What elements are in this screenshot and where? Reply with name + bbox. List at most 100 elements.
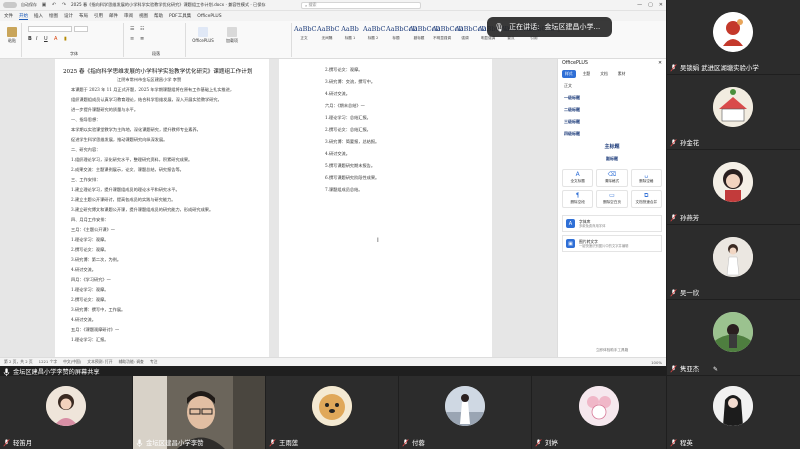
font-name-select[interactable] xyxy=(28,26,72,32)
ribbon-tab[interactable]: OfficePLUS xyxy=(197,14,221,19)
participant-tile[interactable]: 孙燕芳 xyxy=(667,150,800,224)
style-sample: AaBbCcD xyxy=(432,25,464,33)
tool-icon: ▭ xyxy=(609,192,615,199)
document-page-1[interactable]: 2025 春《指向科学思维发展的小学科学实验教学优化研究》课题组工作计划 江阴市常… xyxy=(55,59,269,357)
participant-tile[interactable]: 刘婷 xyxy=(532,376,666,449)
officeplus-tab[interactable]: 素材 xyxy=(615,70,629,78)
officeplus-card[interactable]: ▣ 图片转文字 一键快速识别图片中的文字并编辑 xyxy=(562,235,662,252)
bold-button[interactable]: B xyxy=(28,36,32,42)
style-name: 无间隔 xyxy=(321,36,333,40)
ribbon-tab[interactable]: 绘图 xyxy=(49,13,58,19)
underline-button[interactable]: U xyxy=(44,36,48,42)
undo-icon[interactable]: ↶ xyxy=(51,2,57,8)
bullets-icon[interactable]: ☰ xyxy=(130,26,134,32)
style-name: 标题 1 xyxy=(344,36,356,40)
document-line: 组织课题组成员认真学习教育理论，结合科学思维发展，深入开展实验教学研究， xyxy=(71,97,222,102)
redo-icon[interactable]: ↷ xyxy=(61,2,67,8)
paragraph-group-label: 段落 xyxy=(152,51,160,56)
officeplus-tool[interactable]: A 全文标题 xyxy=(562,169,594,187)
document-line: 本学期以实验课堂教学为主阵地，深化课题研究，提升教师专业素养， xyxy=(71,127,201,132)
ribbon-tab[interactable]: 设计 xyxy=(64,13,73,19)
style-tile[interactable]: AaBbCcD 强调 xyxy=(455,25,486,47)
participant-video-tile[interactable]: 金坛区建昌小学李赞 xyxy=(133,376,265,449)
document-line: 促进学生科学思维发展，推动课题研究向纵深发展。 xyxy=(71,137,168,142)
paste-button[interactable]: 粘贴 xyxy=(5,27,19,44)
font-size-select[interactable] xyxy=(74,26,88,32)
save-icon[interactable]: ▣ xyxy=(41,2,47,8)
officeplus-style-item[interactable]: 三级标题 xyxy=(558,116,666,128)
numbering-icon[interactable]: ☷ xyxy=(140,26,144,32)
search-input[interactable]: ⌕ 搜索 xyxy=(301,1,421,9)
document-line: 1.理论学习：总结汇报。 xyxy=(325,115,371,120)
officeplus-footer[interactable]: 立即体验助手工具箱 xyxy=(558,348,666,353)
participant-name: 付蓉 xyxy=(402,438,425,447)
minimize-icon[interactable]: — xyxy=(637,2,642,8)
ribbon-tab[interactable]: 审阅 xyxy=(124,13,133,19)
avatar-illustration xyxy=(579,386,619,426)
style-tile[interactable]: AaBbC 正文 xyxy=(294,25,316,47)
officeplus-card[interactable]: A 字体库 多款免费商用字体 xyxy=(562,215,662,232)
document-line: 5.撰写课题研究期末报告。 xyxy=(325,163,376,168)
autosave-toggle[interactable] xyxy=(3,2,17,8)
style-tile[interactable]: AaBbCcD 标题 xyxy=(386,25,417,47)
close-icon[interactable]: ✕ xyxy=(659,2,663,8)
document-line: 3.研究博：交流，撰写中。 xyxy=(325,79,376,84)
participant-name: 王雨莲 xyxy=(269,438,298,447)
ribbon-tab[interactable]: 帮助 xyxy=(154,13,163,19)
officeplus-tab[interactable]: 样式 xyxy=(562,70,576,78)
officeplus-tool[interactable]: ▭ 删除空白页 xyxy=(596,190,628,208)
addins-button[interactable]: 加载项 xyxy=(222,27,242,44)
document-page-2[interactable]: 2.撰写论文：观摩。 3.研究博：交流，撰写中。 4.研讨交流。 六月：《期末总结》一… xyxy=(279,59,492,357)
officeplus-style-item[interactable]: 副标题 xyxy=(558,153,666,165)
officeplus-style-item[interactable]: 二级标题 xyxy=(558,104,666,116)
officeplus-tab[interactable]: 文档 xyxy=(597,70,611,78)
ribbon-tab[interactable]: 引用 xyxy=(94,13,103,19)
officeplus-style-item[interactable]: 四级标题 xyxy=(558,128,666,140)
style-sample: AaBbC xyxy=(317,25,340,33)
style-tile[interactable]: AaBbC 标题 2 xyxy=(363,25,385,47)
participant-tile[interactable]: 吴锁娟 武进区湖塘实验小学 xyxy=(667,0,800,74)
close-pane-icon[interactable]: ✕ xyxy=(658,61,662,66)
status-item: 辅助功能: 调查 xyxy=(118,359,144,364)
style-tile[interactable]: AaBbCcD 不明显强调 xyxy=(432,25,464,47)
maximize-icon[interactable]: ▢ xyxy=(648,2,653,8)
officeplus-tool[interactable]: ⌫ 清除格式 xyxy=(596,169,628,187)
officeplus-tab[interactable]: 主题 xyxy=(580,70,594,78)
participant-tile[interactable]: 孙金花 xyxy=(667,75,800,149)
document-line: 本课题于 2023 年 11 月正式开题，2025 年学期课题组将在原有工作基础… xyxy=(71,87,235,92)
officeplus-tool[interactable]: ␣ 删除空格 xyxy=(630,169,662,187)
participant-tile[interactable]: 付蓉 xyxy=(399,376,531,449)
style-tile[interactable]: AaBbCcD 副标题 xyxy=(409,25,440,47)
ribbon-tab[interactable]: 开始 xyxy=(19,13,28,20)
ribbon-tab[interactable]: 视图 xyxy=(139,13,148,19)
style-tile[interactable]: AaBb 标题 1 xyxy=(340,25,360,47)
highlight-button[interactable]: ▮ xyxy=(64,36,67,42)
align-center-icon[interactable]: ≣ xyxy=(140,36,144,42)
style-name: 正文 xyxy=(300,36,308,40)
officeplus-style-item[interactable]: 正文 xyxy=(558,80,666,92)
participant-tile[interactable]: 吴一欣 xyxy=(667,225,800,299)
participant-tile[interactable]: 隽亚杰 ✎ xyxy=(667,300,800,375)
officeplus-button[interactable]: OfficePLUS xyxy=(192,27,214,43)
officeplus-tool[interactable]: ⧉ 文档快速合并 xyxy=(630,190,662,208)
ribbon-tab[interactable]: PDF工具集 xyxy=(169,13,191,19)
ribbon-tab[interactable]: 邮件 xyxy=(109,13,118,19)
mic-icon xyxy=(3,367,10,376)
align-left-icon[interactable]: ≡ xyxy=(130,36,134,42)
participant-tile[interactable]: 轻笛月 xyxy=(0,376,132,449)
officeplus-tool[interactable]: ¶ 删除空段 xyxy=(562,190,594,208)
italic-button[interactable]: I xyxy=(36,36,37,42)
ribbon-tab[interactable]: 插入 xyxy=(34,13,43,19)
officeplus-style-item[interactable]: 一级标题 xyxy=(558,92,666,104)
zoom-level[interactable]: 100% xyxy=(651,360,662,365)
document-line: 3.建立研究博文和课题公开课，提升课题组成员的研究能力，形成研究成果。 xyxy=(71,207,214,212)
mic-muted-icon xyxy=(670,364,677,372)
participant-tile[interactable]: 王雨莲 xyxy=(266,376,398,449)
ribbon-tab[interactable]: 布局 xyxy=(79,13,88,19)
officeplus-style-item[interactable]: 主标题 xyxy=(558,140,666,153)
font-color-button[interactable]: A xyxy=(54,36,57,42)
ribbon-tab[interactable]: 文件 xyxy=(4,13,13,19)
document-line: 四、月月工作安排： xyxy=(71,217,109,222)
style-tile[interactable]: AaBbC 无间隔 xyxy=(317,25,340,47)
participant-tile[interactable]: 程英 xyxy=(667,376,800,449)
